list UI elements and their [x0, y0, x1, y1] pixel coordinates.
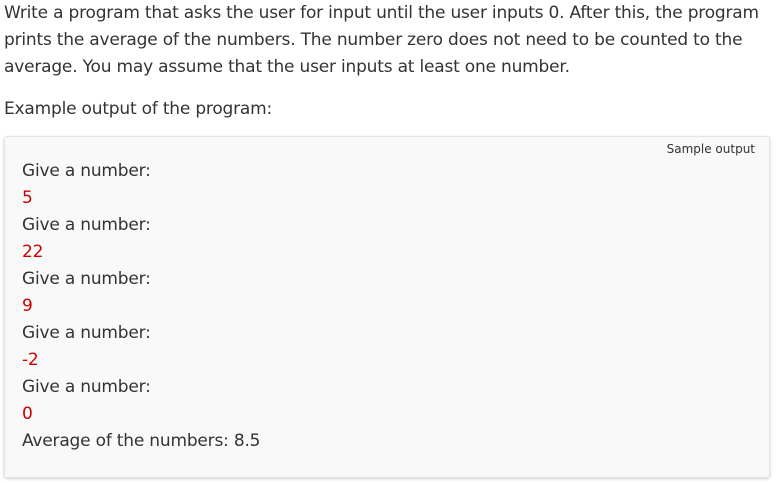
sample-output-box: Sample output Give a number: 5 Give a nu… — [4, 136, 770, 478]
sample-line-input: 22 — [22, 242, 44, 262]
sample-line-prompt: Give a number: — [22, 269, 151, 289]
sample-line-input: -2 — [22, 350, 39, 370]
sample-line-prompt: Give a number: — [22, 161, 151, 181]
sample-line-prompt: Give a number: — [22, 215, 151, 235]
sample-line-prompt: Give a number: — [22, 323, 151, 343]
sample-output-label: Sample output — [666, 142, 755, 156]
sample-output-lines: Give a number: 5 Give a number: 22 Give … — [22, 158, 260, 455]
sample-line-input: 9 — [22, 296, 33, 316]
example-heading: Example output of the program: — [4, 99, 273, 119]
exercise-description: Write a program that asks the user for i… — [4, 3, 759, 77]
sample-line-input: 0 — [22, 404, 33, 424]
sample-line-input: 5 — [22, 188, 33, 208]
sample-line-prompt: Give a number: — [22, 377, 151, 397]
sample-line-result: Average of the numbers: 8.5 — [22, 431, 261, 451]
